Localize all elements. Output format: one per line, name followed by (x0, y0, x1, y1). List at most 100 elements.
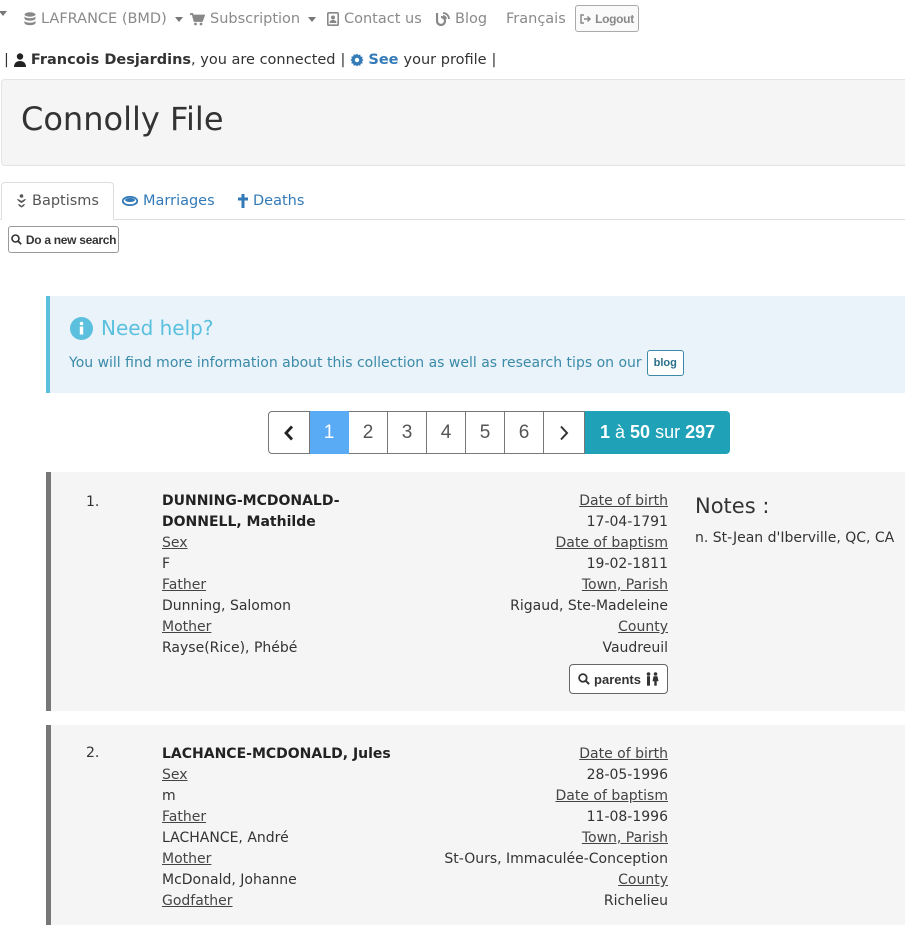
record-left-column: DUNNING-MCDONALD- DONNELL, Mathilde Sex … (162, 491, 362, 659)
info-icon (70, 316, 93, 340)
date-of-birth-value: 28-05-1996 (586, 767, 668, 783)
tab-label: Marriages (143, 192, 215, 209)
help-title: Need help? (101, 316, 214, 340)
county-value: Richelieu (603, 893, 668, 909)
nav-blog-label: Blog (455, 11, 488, 27)
parents-couple-icon (645, 672, 659, 686)
separator: | (491, 52, 497, 68)
date-of-birth-value: 17-04-1791 (586, 514, 668, 530)
county-label: County (618, 619, 668, 635)
town-parish-value: Rigaud, Ste-Madeleine (510, 598, 668, 614)
baptism-icon (16, 194, 27, 208)
nav-subscription-dropdown[interactable]: Subscription (190, 11, 317, 27)
nav-caret-cutoff[interactable] (0, 11, 7, 16)
shopping-cart-icon (190, 12, 205, 26)
cross-icon (238, 193, 248, 208)
chevron-left-icon (284, 425, 294, 441)
prev-page-button[interactable] (268, 411, 310, 454)
page-header: Connolly File (1, 79, 905, 166)
page-2-button[interactable]: 2 (349, 411, 388, 454)
tab-deaths[interactable]: Deaths (224, 182, 318, 219)
county-value: Vaudreuil (602, 640, 668, 656)
notes-title: Notes : (695, 494, 770, 518)
separator: | (340, 52, 346, 68)
profile-text: your profile (403, 52, 487, 68)
tab-label: Deaths (253, 192, 305, 209)
mother-value: McDonald, Johanne (162, 872, 297, 888)
connected-text: , you are connected (191, 52, 336, 68)
town-parish-label: Town, Parish (581, 830, 668, 846)
tab-bar: Baptisms Marriages Deaths (0, 182, 905, 220)
nav-contact-label: Contact us (344, 11, 422, 27)
range-sep: à (615, 422, 626, 442)
help-text: You will find more information about thi… (69, 355, 642, 371)
sex-value: m (162, 788, 176, 804)
page-4-button[interactable]: 4 (427, 411, 466, 454)
help-blog-button[interactable]: blog (646, 350, 684, 376)
range-start: 1 (600, 422, 611, 442)
user-name: Francois Desjardins (30, 52, 192, 68)
help-heading: Need help? (70, 316, 213, 340)
town-parish-value: St-Ours, Immaculée-Conception (444, 851, 668, 867)
user-icon (13, 53, 26, 67)
user-status-line: | Francois Desjardins, you are connected… (4, 52, 496, 68)
page-title: Connolly File (21, 100, 224, 138)
top-navbar: LAFRANCE (BMD) Subscription Contact us B… (0, 0, 905, 40)
result-range-badge: 1 à 50 sur 297 (585, 411, 731, 454)
record-card: 1. DUNNING-MCDONALD- DONNELL, Mathilde S… (46, 472, 905, 711)
logout-button[interactable]: Logout (575, 5, 639, 32)
mother-label: Mother (162, 619, 212, 635)
page-5-button[interactable]: 5 (466, 411, 505, 454)
total-count: 297 (685, 422, 716, 442)
gear-icon (350, 53, 364, 67)
date-of-baptism-value: 11-08-1996 (586, 809, 668, 825)
search-icon (578, 673, 590, 685)
chevron-down-icon (174, 16, 183, 22)
nav-blog-link[interactable]: Blog (436, 11, 487, 27)
record-number: 2. (86, 745, 100, 761)
nav-account-label: LAFRANCE (BMD) (41, 11, 167, 27)
page-1-button[interactable]: 1 (310, 411, 349, 454)
next-page-button[interactable] (544, 411, 585, 454)
tab-baptisms[interactable]: Baptisms (1, 182, 114, 220)
sex-label: Sex (162, 535, 188, 551)
nav-account-dropdown[interactable]: LAFRANCE (BMD) (24, 11, 183, 27)
total-sep: sur (655, 422, 681, 442)
nav-language-link[interactable]: Français (506, 11, 566, 27)
town-parish-label: Town, Parish (581, 577, 668, 593)
record-right-column: Date of birth 28-05-1996 Date of baptism… (408, 744, 668, 912)
record-card: 2. LACHANCE-MCDONALD, Jules Sex m Father… (46, 725, 905, 925)
mother-label: Mother (162, 851, 212, 867)
database-icon (24, 12, 36, 26)
record-left-column: LACHANCE-MCDONALD, Jules Sex m Father LA… (162, 744, 391, 912)
range-end: 50 (630, 422, 651, 442)
ring-icon (122, 195, 138, 206)
father-value: LACHANCE, André (162, 830, 289, 846)
record-name-line2: DONNELL, Mathilde (162, 514, 316, 530)
sex-value: F (162, 556, 171, 572)
sex-label: Sex (162, 767, 188, 783)
new-search-button[interactable]: Do a new search (8, 226, 119, 253)
tab-marriages[interactable]: Marriages (108, 182, 229, 219)
chevron-right-icon (559, 425, 569, 441)
parents-button[interactable]: parents (569, 664, 668, 694)
help-alert: Need help? You will find more informatio… (46, 296, 905, 393)
record-notes: Notes : n. St-Jean d'Iberville, QC, CA (695, 494, 894, 546)
see-profile-link[interactable]: See (350, 52, 399, 68)
record-name-line1: LACHANCE-MCDONALD, Jules (162, 746, 391, 762)
nav-subscription-label: Subscription (210, 11, 301, 27)
sign-out-icon (580, 13, 592, 24)
record-number: 1. (86, 494, 100, 510)
tab-label: Baptisms (32, 193, 99, 209)
pagination: 1 2 3 4 5 6 1 à 50 sur 297 (268, 411, 731, 454)
date-of-baptism-value: 19-02-1811 (586, 556, 668, 572)
separator: | (4, 52, 9, 68)
new-search-label: Do a new search (25, 232, 117, 247)
nav-contact-link[interactable]: Contact us (327, 11, 422, 27)
page-3-button[interactable]: 3 (388, 411, 427, 454)
date-of-birth-label: Date of birth (579, 493, 668, 509)
search-icon (11, 234, 22, 245)
date-of-baptism-label: Date of baptism (555, 535, 668, 551)
page-6-button[interactable]: 6 (505, 411, 544, 454)
logout-label: Logout (595, 11, 634, 26)
